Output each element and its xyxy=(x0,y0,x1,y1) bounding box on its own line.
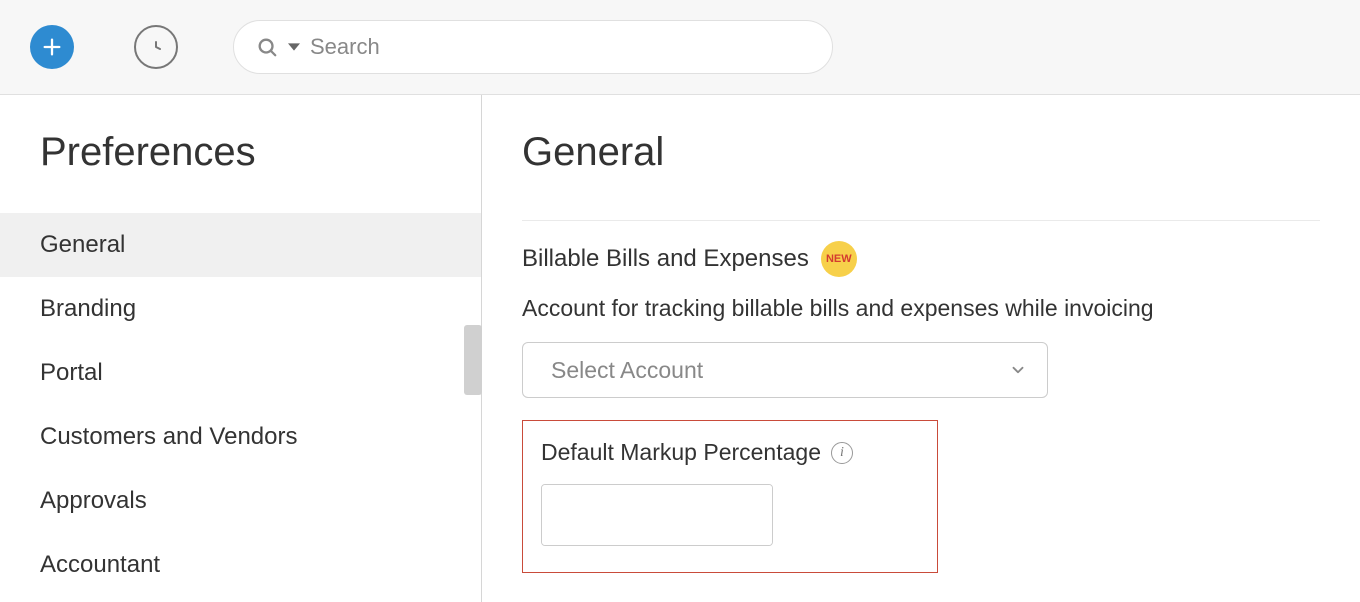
plus-icon xyxy=(41,36,63,58)
markup-label: Default Markup Percentage xyxy=(541,439,821,466)
markup-label-row: Default Markup Percentage i xyxy=(541,439,919,466)
billable-heading: Billable Bills and Expenses NEW xyxy=(522,241,1320,277)
caret-down-icon[interactable] xyxy=(288,41,300,53)
account-select-placeholder: Select Account xyxy=(551,357,703,384)
sidebar-item-accountant[interactable]: Accountant xyxy=(0,533,481,597)
sidebar-item-approvals[interactable]: Approvals xyxy=(0,469,481,533)
sidebar-title: Preferences xyxy=(0,130,481,213)
sidebar-item-portal[interactable]: Portal xyxy=(0,341,481,405)
search-icon xyxy=(256,36,278,58)
sidebar-item-branding[interactable]: Branding xyxy=(0,277,481,341)
billable-description: Account for tracking billable bills and … xyxy=(522,295,1320,322)
search-box[interactable] xyxy=(233,20,833,74)
topbar xyxy=(0,0,1360,95)
history-icon xyxy=(144,35,168,59)
layout: Preferences General Branding Portal Cust… xyxy=(0,95,1360,602)
account-select[interactable]: Select Account xyxy=(522,342,1048,398)
search-input[interactable] xyxy=(310,34,810,60)
sidebar-item-general[interactable]: General xyxy=(0,213,481,277)
new-badge: NEW xyxy=(821,241,857,277)
scrollbar-thumb[interactable] xyxy=(464,325,482,395)
history-button[interactable] xyxy=(134,25,178,69)
sidebar: Preferences General Branding Portal Cust… xyxy=(0,95,482,602)
markup-highlight-box: Default Markup Percentage i % xyxy=(522,420,938,573)
main-content: General Billable Bills and Expenses NEW … xyxy=(482,95,1360,602)
markup-input[interactable] xyxy=(542,485,773,545)
sidebar-item-customers-vendors[interactable]: Customers and Vendors xyxy=(0,405,481,469)
billable-heading-text: Billable Bills and Expenses xyxy=(522,245,809,273)
info-icon[interactable]: i xyxy=(831,442,853,464)
markup-input-group: % xyxy=(541,484,773,546)
add-button[interactable] xyxy=(30,25,74,69)
chevron-down-icon xyxy=(1009,361,1027,379)
page-title: General xyxy=(522,130,1320,221)
